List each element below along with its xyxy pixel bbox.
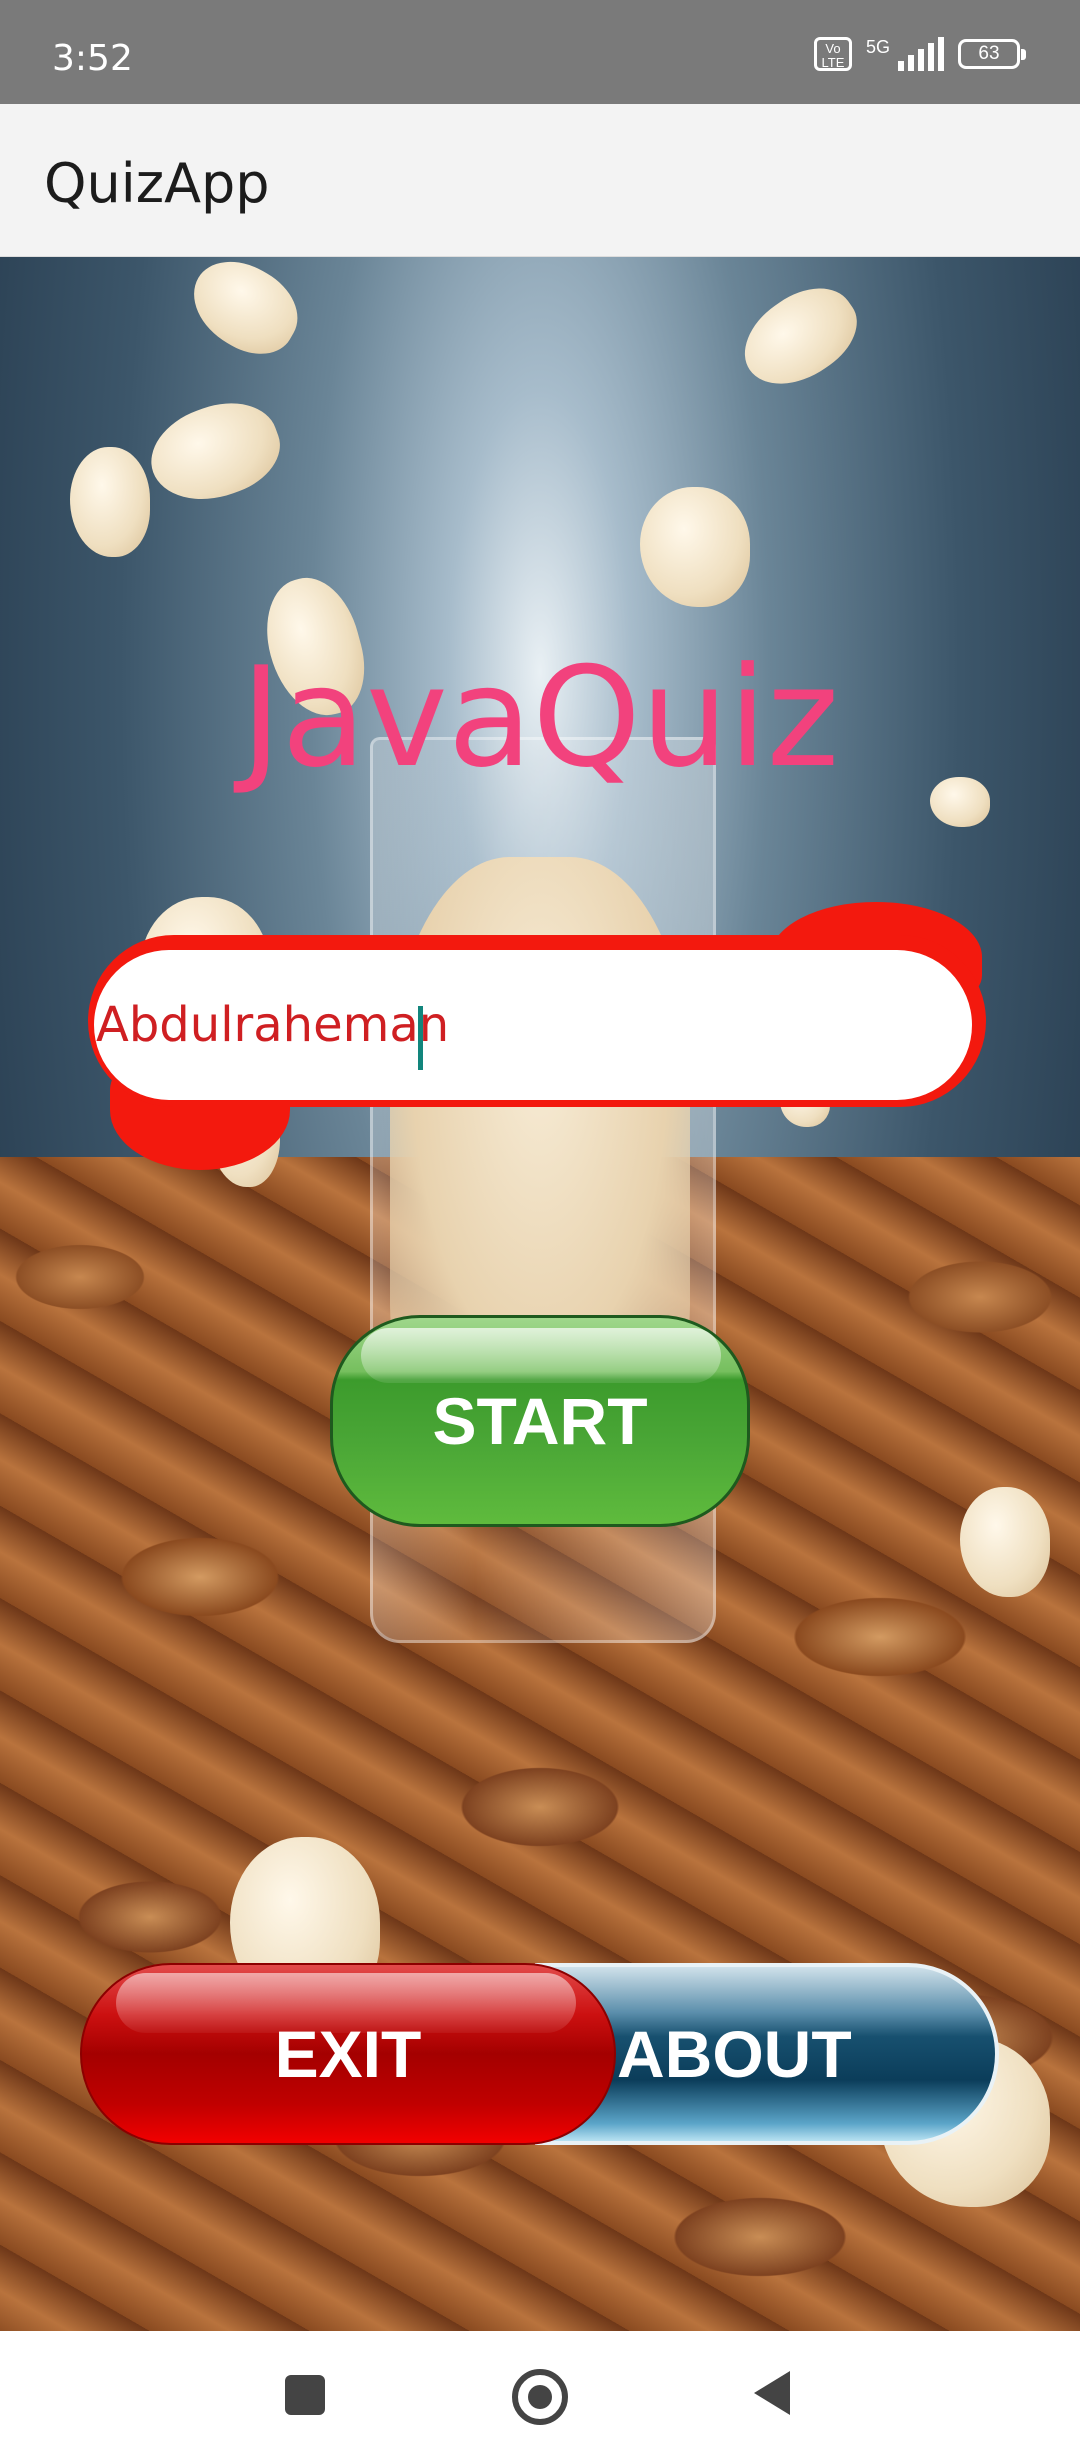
quiz-title: JavaQuiz (240, 637, 840, 798)
back-icon[interactable] (754, 2371, 790, 2415)
home-icon[interactable] (512, 2369, 568, 2425)
text-cursor (418, 1006, 423, 1070)
exit-button-label: EXIT (274, 2017, 422, 2091)
status-icons: Vo LTE 5G 63 (813, 30, 1026, 78)
app-title: QuizApp (44, 152, 270, 215)
milk-drop (70, 447, 150, 557)
status-bar: 3:52 Vo LTE 5G 63 (0, 0, 1080, 104)
recents-icon[interactable] (285, 2375, 325, 2415)
status-time: 3:52 (52, 38, 133, 79)
milk-drop (960, 1487, 1050, 1597)
battery-icon: 63 (958, 39, 1026, 69)
milk-drop (138, 387, 292, 517)
signal-icon: 5G (866, 37, 944, 71)
start-button[interactable]: START (330, 1315, 750, 1527)
milk-drop (177, 257, 313, 370)
milk-drop (727, 269, 873, 405)
exit-button[interactable]: EXIT (80, 1963, 616, 2145)
start-button-label: START (432, 1384, 648, 1458)
volte-icon: Vo LTE (813, 37, 852, 71)
milk-drop (640, 487, 750, 607)
name-input[interactable] (94, 950, 972, 1100)
app-bar: QuizApp (0, 104, 1080, 257)
navigation-bar (0, 2331, 1080, 2460)
about-button-label: ABOUT (617, 2017, 852, 2091)
network-type-label: 5G (865, 37, 890, 57)
